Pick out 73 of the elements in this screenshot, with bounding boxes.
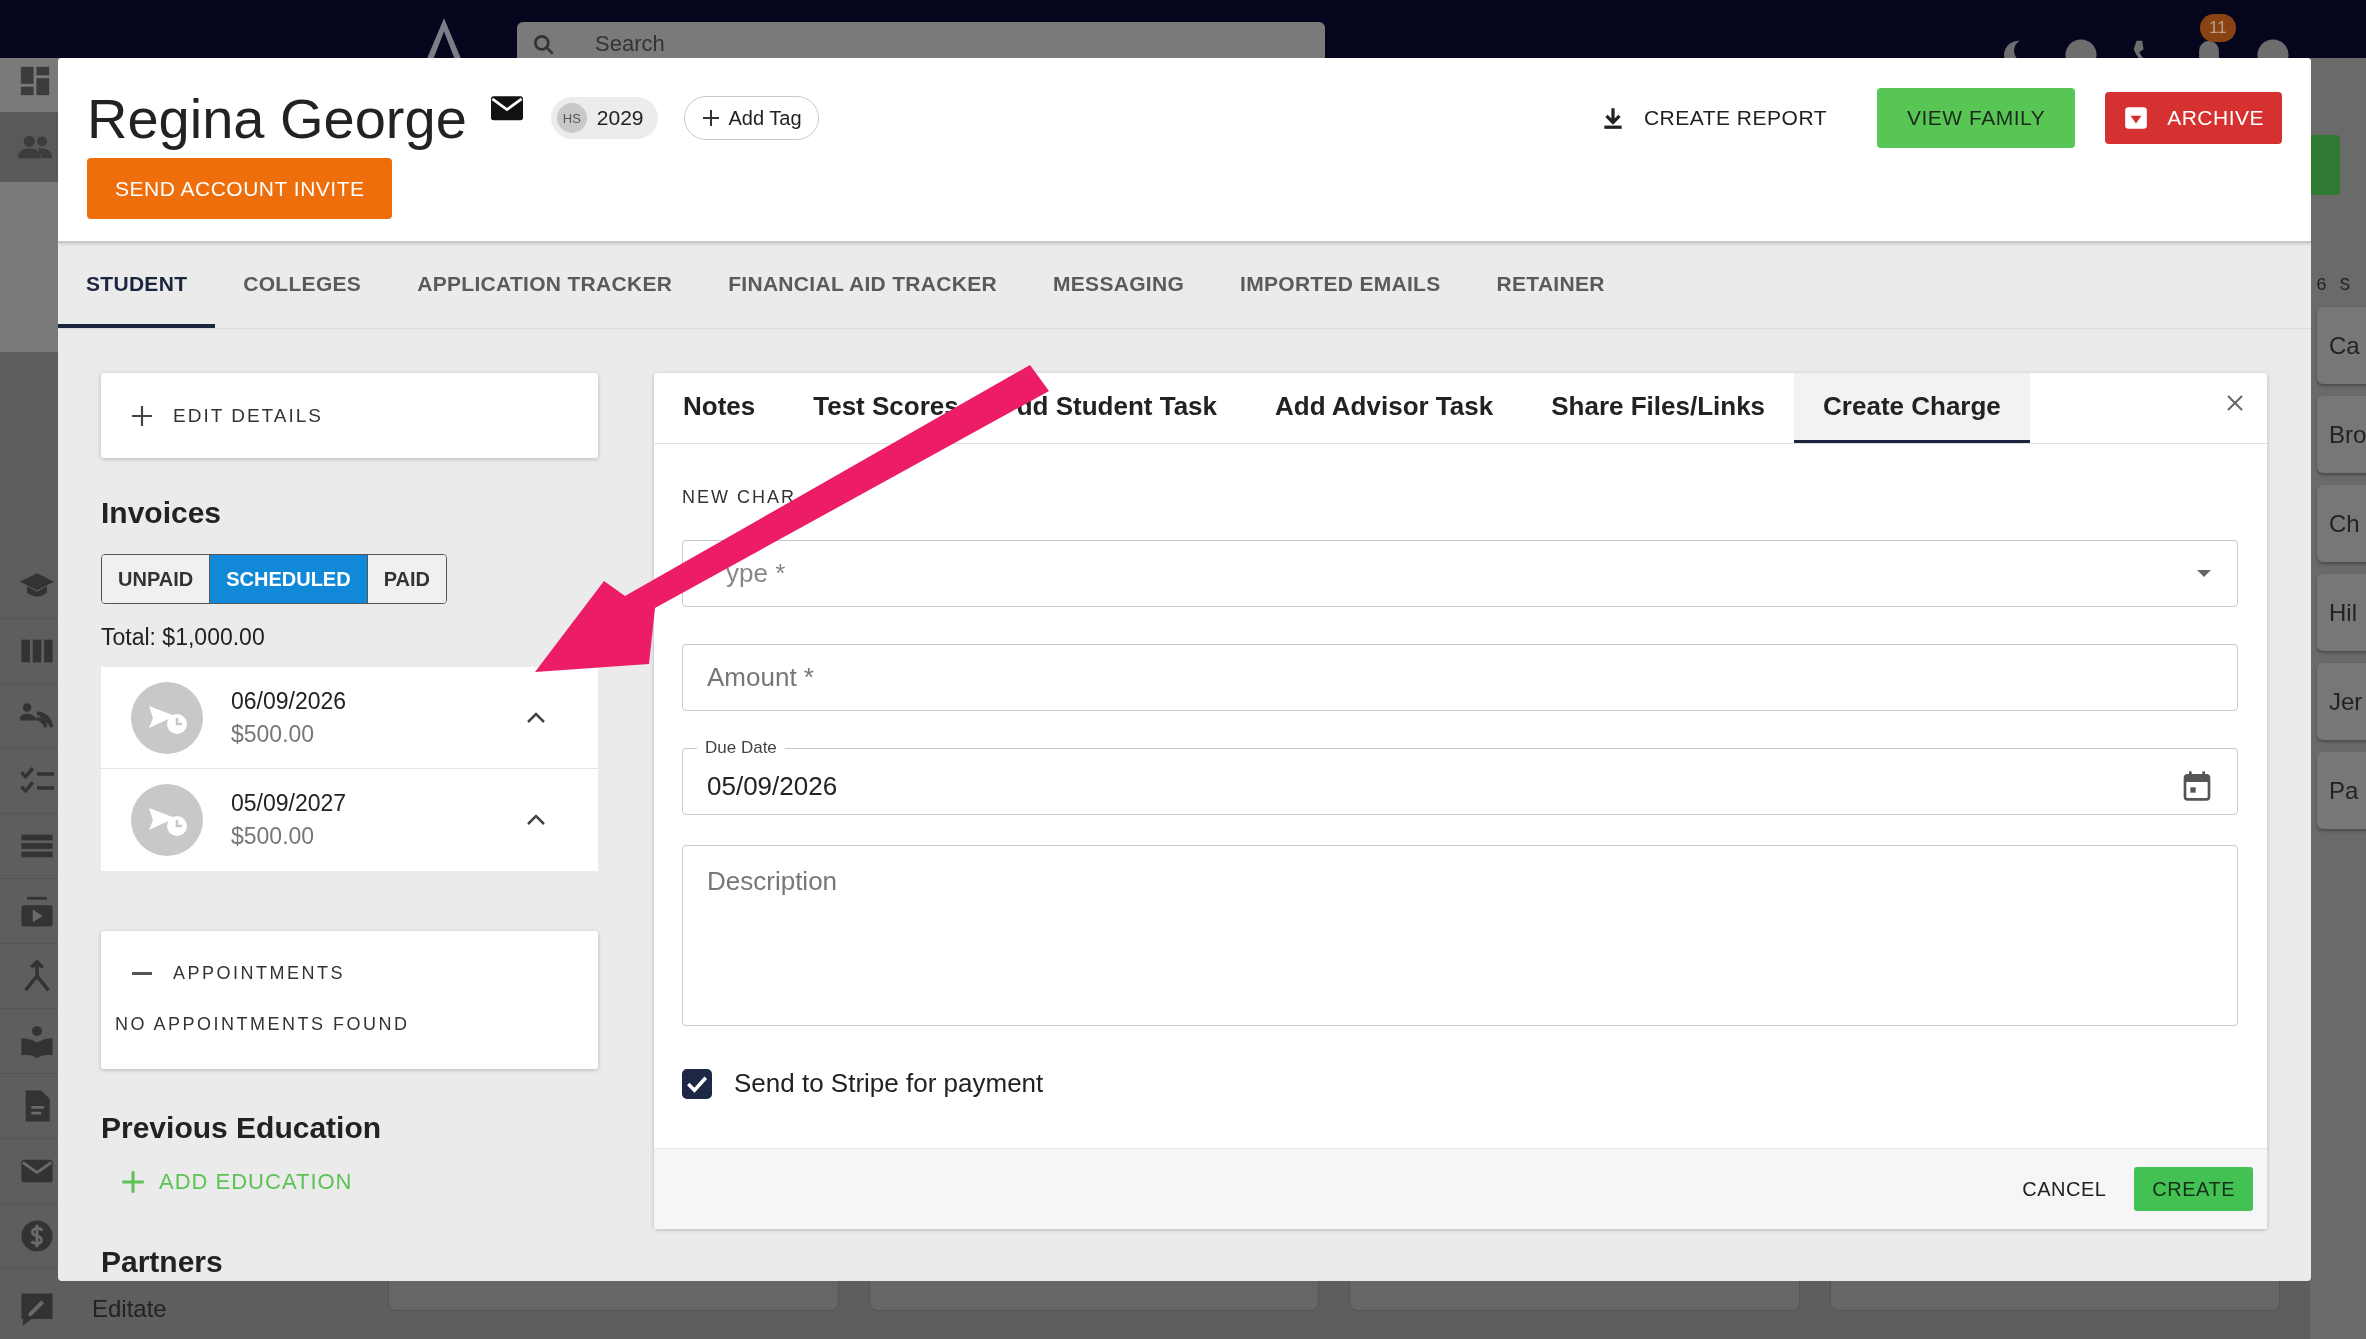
amount-field[interactable]: Amount * <box>682 644 2238 711</box>
create-button[interactable]: CREATE <box>2134 1167 2253 1211</box>
section-label: NEW CHAR <box>682 487 797 508</box>
checkbox-label: Send to Stripe for payment <box>734 1068 1044 1099</box>
invoice-date: 06/09/2026 <box>231 687 348 715</box>
chevron-up-icon[interactable] <box>526 711 546 724</box>
archive-button[interactable]: ARCHIVE <box>2105 92 2282 144</box>
field-label: Due Date <box>704 738 778 758</box>
list-card[interactable]: Ch <box>2317 485 2366 562</box>
chip-avatar: HS <box>556 103 587 133</box>
video-library-icon[interactable] <box>20 894 54 928</box>
calendar-icon[interactable] <box>2181 770 2213 802</box>
filter-toggle[interactable]: UNPAID <box>102 555 210 603</box>
description-field[interactable]: Description <box>682 845 2238 1026</box>
section-title: Previous Education <box>101 1111 382 1145</box>
view-family-button[interactable]: VIEW FAMILY <box>1877 88 2076 148</box>
close-icon[interactable] <box>2225 393 2245 413</box>
dollar-icon[interactable] <box>20 1219 54 1253</box>
list-card[interactable]: Ca <box>2317 307 2366 384</box>
tab[interactable]: Notes <box>654 373 785 443</box>
tab[interactable]: COLLEGES <box>215 243 390 328</box>
add-tag-button[interactable]: Add Tag <box>683 96 819 140</box>
plus-icon <box>700 108 721 128</box>
list-card[interactable]: Bro <box>2317 396 2366 473</box>
tab[interactable]: IMPORTED EMAILS <box>1212 243 1469 328</box>
filter-toggle[interactable]: PAID <box>366 555 446 603</box>
plus-icon <box>131 404 153 427</box>
invoice-total: Total: $1,000.00 <box>101 624 265 651</box>
tab[interactable]: MESSAGING <box>1024 243 1213 328</box>
invoice-amount: $500.00 <box>231 823 316 850</box>
tab[interactable]: RETAINER <box>1468 243 1633 328</box>
archive-icon <box>2123 105 2150 131</box>
tab[interactable]: Add Advisor Task <box>1246 373 1523 443</box>
checkbox[interactable] <box>682 1068 712 1099</box>
chip-label: 2029 <box>596 106 644 130</box>
dashboard-icon[interactable] <box>18 64 52 98</box>
filter-toggle[interactable]: SCHEDULED <box>209 555 367 603</box>
field-value: 05/09/2026 <box>707 770 838 802</box>
date-field[interactable]: Due Date 05/09/2026 <box>682 738 2238 815</box>
create-report-button[interactable]: CREATE REPORT <box>1591 93 1847 143</box>
student-name: Regina George <box>87 85 467 151</box>
search-field[interactable]: Search <box>577 22 1277 66</box>
tab[interactable]: Share Files/Links <box>1522 373 1795 443</box>
chevron-up-icon[interactable] <box>526 814 546 826</box>
list-heading: 6 S <box>2316 275 2353 295</box>
tab[interactable]: Create Charge <box>1794 373 2030 443</box>
action-button[interactable] <box>2310 135 2340 195</box>
notification-badge: 11 <box>2200 14 2236 42</box>
plus-icon <box>121 1170 145 1194</box>
scheduled-send-icon <box>131 784 203 856</box>
select-placeholder: ype * <box>726 558 786 589</box>
type-select[interactable]: ype * <box>682 540 2238 607</box>
section-title: Invoices <box>101 496 222 530</box>
section-title: Partners <box>101 1245 223 1279</box>
edit-details-button[interactable]: EDIT DETAILS <box>101 373 598 458</box>
minus-icon[interactable] <box>131 971 153 976</box>
cancel-button[interactable]: CANCEL <box>2014 1167 2115 1211</box>
mail-icon[interactable] <box>490 95 523 123</box>
tab[interactable]: APPLICATION TRACKER <box>389 243 701 328</box>
scheduled-send-icon <box>131 681 203 754</box>
empty-message: NO APPOINTMENTS FOUND <box>115 1014 411 1035</box>
tab[interactable]: FINANCIAL AID TRACKER <box>700 243 1025 328</box>
invoice-date: 05/09/2027 <box>231 790 348 817</box>
invoice-amount: $500.00 <box>231 720 316 748</box>
send-invite-button[interactable]: SEND ACCOUNT INVITE <box>87 158 393 219</box>
list-card[interactable]: Hil <box>2317 574 2366 651</box>
card-title: APPOINTMENTS <box>173 963 345 984</box>
caret-icon <box>2197 570 2211 577</box>
reader-icon[interactable] <box>20 1024 54 1058</box>
edit-icon[interactable] <box>20 1292 54 1326</box>
tab[interactable]: STUDENT <box>58 243 216 328</box>
list-card[interactable]: Jer <box>2317 663 2366 740</box>
list-card[interactable]: Pa <box>2317 752 2366 829</box>
